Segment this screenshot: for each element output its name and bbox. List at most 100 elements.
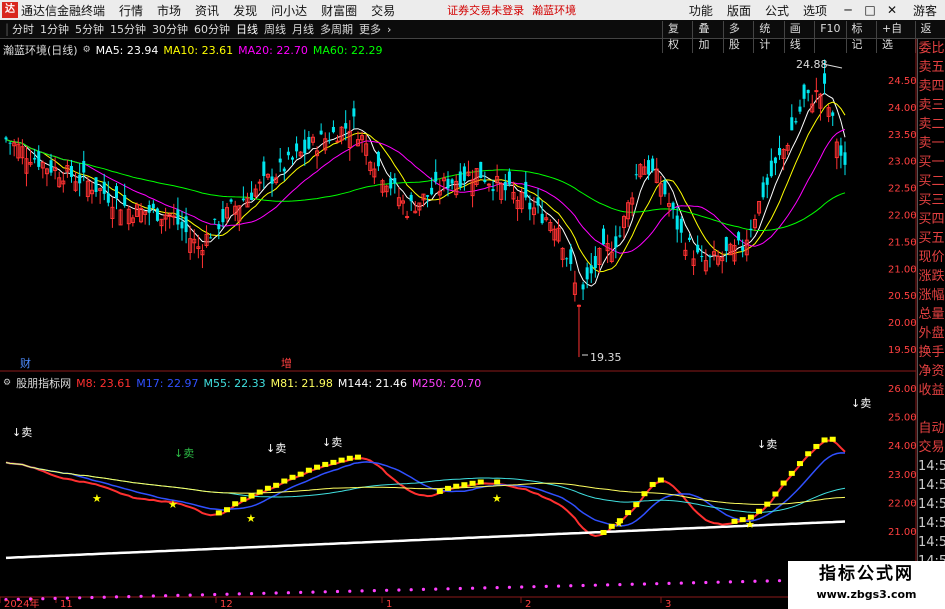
side-panel-item[interactable]: 现价 bbox=[918, 248, 945, 267]
side-panel-item[interactable]: 收益 bbox=[918, 381, 945, 400]
mark-button[interactable]: 标记 bbox=[845, 21, 876, 53]
period-1min[interactable]: 1分钟 bbox=[40, 21, 69, 37]
side-panel-item[interactable]: 14:56 bbox=[918, 514, 945, 533]
side-panel-item[interactable]: 14:56 bbox=[918, 457, 945, 476]
side-panel-item[interactable]: 卖三 bbox=[918, 96, 945, 115]
m55-label: M55: 22.33 bbox=[203, 376, 266, 390]
menu-formula[interactable]: 公式 bbox=[765, 2, 789, 19]
m250-dot bbox=[532, 585, 536, 589]
period-multi[interactable]: 多周期 bbox=[320, 21, 353, 37]
side-panel-item[interactable]: 外盘 bbox=[918, 324, 945, 343]
period-weekly[interactable]: 周线 bbox=[264, 21, 286, 37]
side-panel-item[interactable]: 卖四 bbox=[918, 77, 945, 96]
side-panel-item[interactable]: 委比 bbox=[918, 39, 945, 58]
period-daily[interactable]: 日线 bbox=[236, 21, 258, 37]
login-status[interactable]: 证券交易未登录 bbox=[447, 2, 524, 18]
candle-body bbox=[720, 257, 725, 262]
signal-block bbox=[829, 436, 836, 442]
m250-dot bbox=[593, 583, 597, 587]
menu-quotes[interactable]: 行情 bbox=[119, 2, 143, 19]
close-icon[interactable]: ✕ bbox=[881, 3, 903, 17]
side-panel-item[interactable]: 自动 bbox=[918, 419, 945, 438]
candle-body bbox=[654, 168, 659, 183]
m250-dot bbox=[348, 589, 352, 593]
menu-function[interactable]: 功能 bbox=[689, 2, 713, 19]
kline-chart[interactable]: ★ ★ ★ ★ ★ ★ 24.50 24.00 23.50 23.00 22.50 22.00 21.… bbox=[0, 0, 945, 609]
period-60min[interactable]: 60分钟 bbox=[194, 21, 230, 37]
m250-dot bbox=[507, 585, 511, 589]
side-panel-item[interactable]: 卖二 bbox=[918, 115, 945, 134]
side-panel-item[interactable]: 卖五 bbox=[918, 58, 945, 77]
candle-body bbox=[12, 142, 17, 147]
m250-dot bbox=[16, 597, 20, 601]
side-panel-item[interactable]: 涨幅 bbox=[918, 286, 945, 305]
candle-body bbox=[221, 209, 225, 223]
multi-stock-button[interactable]: 多股 bbox=[722, 21, 753, 53]
side-panel-item[interactable] bbox=[918, 400, 945, 419]
side-panel-item[interactable]: 买二 bbox=[918, 172, 945, 191]
period-monthly[interactable]: 月线 bbox=[292, 21, 314, 37]
side-panel-item[interactable]: 交易 bbox=[918, 438, 945, 457]
period-intraday[interactable]: 分时 bbox=[12, 21, 34, 37]
period-5min[interactable]: 5分钟 bbox=[75, 21, 104, 37]
adjust-button[interactable]: 复权 bbox=[662, 21, 692, 53]
side-panel-item[interactable]: 14:56 bbox=[918, 476, 945, 495]
candle-body bbox=[360, 135, 365, 141]
marker-finance[interactable]: 财 bbox=[20, 356, 31, 370]
minimize-icon[interactable]: ─ bbox=[837, 3, 859, 17]
m250-dot bbox=[446, 587, 450, 591]
candle-body bbox=[335, 140, 340, 143]
y-tick-label: 24.50 bbox=[888, 76, 917, 87]
side-panel-item[interactable]: 换手 bbox=[918, 343, 945, 362]
gear-icon[interactable]: ⚙ bbox=[83, 45, 91, 55]
side-panel-item[interactable]: 总量 bbox=[918, 305, 945, 324]
gear-icon[interactable]: ⚙ bbox=[3, 378, 11, 388]
side-panel-item[interactable]: 买四 bbox=[918, 210, 945, 229]
period-more[interactable]: 更多 bbox=[359, 21, 381, 37]
signal-block bbox=[232, 501, 239, 507]
add-watchlist-button[interactable]: +自选 bbox=[875, 21, 915, 53]
candle-body bbox=[708, 255, 712, 257]
side-panel-item[interactable]: 买五 bbox=[918, 229, 945, 248]
menu-wealth[interactable]: 财富圈 bbox=[321, 2, 357, 19]
side-panel-item[interactable]: 买一 bbox=[918, 153, 945, 172]
menu-discover[interactable]: 发现 bbox=[233, 2, 257, 19]
side-panel-item[interactable]: 14:56 bbox=[918, 533, 945, 552]
chevron-right-icon[interactable]: › bbox=[387, 23, 391, 36]
sell-signal: ↓卖 bbox=[174, 447, 194, 460]
menu-market[interactable]: 市场 bbox=[157, 2, 181, 19]
draw-line-button[interactable]: 画线 bbox=[783, 21, 814, 53]
m250-dot bbox=[28, 597, 33, 601]
candle-body bbox=[94, 177, 98, 192]
main-chart-title[interactable]: 瀚蓝环境(日线) bbox=[3, 42, 78, 58]
candle-body bbox=[728, 243, 733, 256]
candle-body bbox=[647, 160, 651, 175]
stats-button[interactable]: 统计 bbox=[753, 21, 783, 53]
period-30min[interactable]: 30分钟 bbox=[152, 21, 188, 37]
period-15min[interactable]: 15分钟 bbox=[110, 21, 146, 37]
guest-user[interactable]: 游客 bbox=[913, 2, 937, 19]
candle-body bbox=[73, 181, 78, 191]
candle-body bbox=[180, 221, 184, 229]
overlay-button[interactable]: 叠加 bbox=[692, 21, 722, 53]
f10-button[interactable]: F10 bbox=[814, 21, 845, 53]
candle-body bbox=[389, 178, 393, 189]
indicator-title[interactable]: 股朋指标网 bbox=[16, 375, 71, 391]
menu-layout[interactable]: 版面 bbox=[727, 2, 751, 19]
menu-news[interactable]: 资讯 bbox=[195, 2, 219, 19]
side-panel-item[interactable]: 卖一 bbox=[918, 134, 945, 153]
side-panel-item[interactable]: 涨跌 bbox=[918, 267, 945, 286]
maximize-icon[interactable]: □ bbox=[859, 3, 881, 17]
marker-increase[interactable]: 增 bbox=[281, 356, 292, 370]
star-icon: ★ bbox=[246, 512, 256, 525]
candle-body bbox=[262, 161, 266, 177]
side-panel-item[interactable]: 买三 bbox=[918, 191, 945, 210]
menu-trade[interactable]: 交易 bbox=[371, 2, 395, 19]
candle-body bbox=[110, 206, 115, 219]
menu-options[interactable]: 选项 bbox=[803, 2, 827, 19]
side-panel-item[interactable]: 14:56 bbox=[918, 495, 945, 514]
menu-ask[interactable]: 问小达 bbox=[271, 2, 307, 19]
candle-body bbox=[724, 237, 728, 251]
m144-label: M144: 21.46 bbox=[337, 376, 408, 390]
side-panel-item[interactable]: 净资 bbox=[918, 362, 945, 381]
